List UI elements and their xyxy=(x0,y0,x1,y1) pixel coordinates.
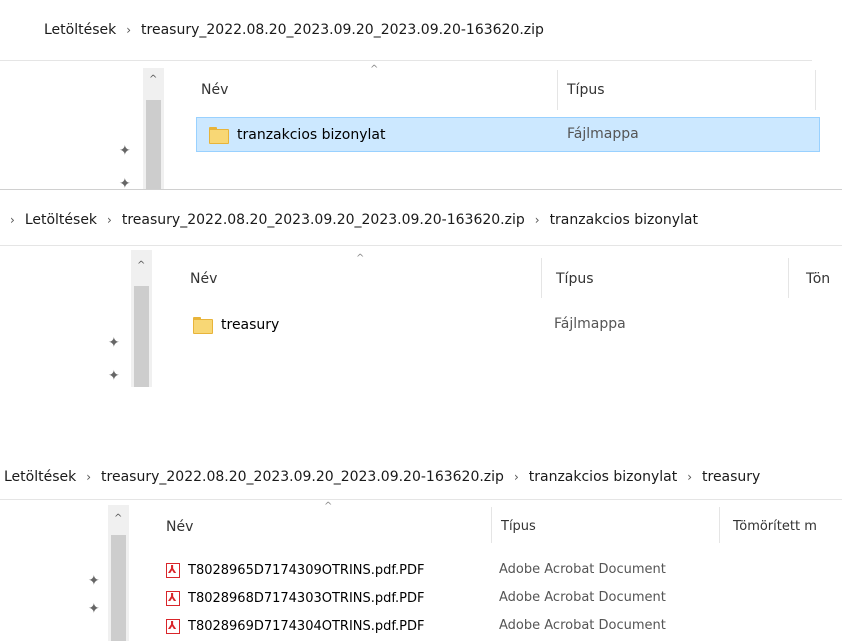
breadcrumb-separator-icon: › xyxy=(126,23,132,37)
breadcrumb: Letöltések › treasury_2022.08.20_2023.09… xyxy=(44,22,842,38)
column-header-type[interactable]: Típus xyxy=(501,519,536,534)
list-item[interactable]: treasury Fájlmappa xyxy=(193,310,813,340)
breadcrumb-separator-icon: › xyxy=(10,213,15,227)
pin-icon[interactable]: ✦ xyxy=(88,573,100,589)
file-name: T8028968D7174303OTRINS.pdf.PDF xyxy=(188,590,425,606)
nav-pane-scrollbar[interactable]: ^ xyxy=(143,68,164,190)
breadcrumb-item-downloads[interactable]: Letöltések xyxy=(44,22,116,38)
breadcrumb: Letöltések › treasury_2022.08.20_2023.09… xyxy=(4,469,842,485)
file-name: tranzakcios bizonylat xyxy=(237,126,386,143)
breadcrumb-item-treasury[interactable]: treasury xyxy=(702,469,760,485)
explorer-panel-1: Letöltések › treasury_2022.08.20_2023.09… xyxy=(0,0,842,190)
folder-icon xyxy=(209,126,229,144)
sort-ascending-icon: ^ xyxy=(356,253,365,264)
pin-icon[interactable]: ✦ xyxy=(119,176,131,190)
scrollbar-thumb[interactable] xyxy=(134,286,149,387)
column-divider[interactable] xyxy=(557,70,558,110)
breadcrumb-item-zip[interactable]: treasury_2022.08.20_2023.09.20_2023.09.2… xyxy=(101,469,504,485)
breadcrumb-item-folder[interactable]: tranzakcios bizonylat xyxy=(550,212,698,228)
column-divider[interactable] xyxy=(719,507,720,543)
column-header-compressed[interactable]: Tön xyxy=(806,271,830,287)
breadcrumb-item-zip[interactable]: treasury_2022.08.20_2023.09.20_2023.09.2… xyxy=(141,22,544,38)
column-header-name[interactable]: Név xyxy=(166,519,193,535)
pin-icon[interactable]: ✦ xyxy=(88,601,100,617)
breadcrumb-item-downloads[interactable]: Letöltések xyxy=(25,212,97,228)
nav-pane-scrollbar[interactable]: ^ xyxy=(108,505,129,641)
breadcrumb-separator-icon: › xyxy=(513,470,519,484)
address-bar-divider xyxy=(0,60,812,61)
explorer-panel-2: › Letöltések › treasury_2022.08.20_2023.… xyxy=(0,190,842,387)
column-header-type[interactable]: Típus xyxy=(556,271,594,287)
column-divider[interactable] xyxy=(541,258,542,298)
scrollbar-thumb[interactable] xyxy=(111,535,126,641)
list-item[interactable]: ⅄ T8028965D7174309OTRINS.pdf.PDF Adobe A… xyxy=(166,558,836,582)
sort-ascending-icon: ^ xyxy=(370,64,379,75)
column-divider[interactable] xyxy=(788,258,789,298)
breadcrumb-separator-icon: › xyxy=(107,213,112,227)
list-item[interactable]: ⅄ T8028968D7174303OTRINS.pdf.PDF Adobe A… xyxy=(166,586,836,610)
pdf-icon: ⅄ xyxy=(166,590,180,606)
breadcrumb-separator-icon: › xyxy=(687,470,692,484)
pdf-icon: ⅄ xyxy=(166,562,180,578)
address-bar-divider xyxy=(0,499,842,500)
breadcrumb-separator-icon: › xyxy=(534,213,540,227)
pdf-icon: ⅄ xyxy=(166,618,180,634)
sort-ascending-icon: ^ xyxy=(324,501,333,512)
scroll-up-arrow-icon[interactable]: ^ xyxy=(137,260,145,271)
file-type: Fájlmappa xyxy=(567,126,639,142)
breadcrumb: › Letöltések › treasury_2022.08.20_2023.… xyxy=(10,212,842,228)
column-header-type[interactable]: Típus xyxy=(567,82,605,98)
column-divider[interactable] xyxy=(815,70,816,110)
column-header-name[interactable]: Név xyxy=(201,82,228,98)
file-name: T8028965D7174309OTRINS.pdf.PDF xyxy=(188,562,425,578)
folder-icon xyxy=(193,317,213,334)
breadcrumb-item-folder[interactable]: tranzakcios bizonylat xyxy=(529,469,677,485)
column-header-name[interactable]: Név xyxy=(190,271,217,287)
file-type: Adobe Acrobat Document xyxy=(499,618,666,633)
list-item[interactable]: ⅄ T8028969D7174304OTRINS.pdf.PDF Adobe A… xyxy=(166,614,836,638)
list-item[interactable]: tranzakcios bizonylat Fájlmappa xyxy=(196,117,820,152)
breadcrumb-item-downloads[interactable]: Letöltések xyxy=(4,469,76,485)
nav-pane-scrollbar[interactable]: ^ xyxy=(131,250,152,387)
file-name: treasury xyxy=(221,317,280,333)
explorer-panel-3: Letöltések › treasury_2022.08.20_2023.09… xyxy=(0,455,842,641)
scrollbar-thumb[interactable] xyxy=(146,100,161,190)
pin-icon[interactable]: ✦ xyxy=(108,368,120,384)
file-type: Fájlmappa xyxy=(554,316,626,332)
breadcrumb-separator-icon: › xyxy=(86,470,92,484)
file-name: T8028969D7174304OTRINS.pdf.PDF xyxy=(188,618,425,634)
pin-icon[interactable]: ✦ xyxy=(119,143,131,159)
address-bar-divider xyxy=(0,245,842,246)
scroll-up-arrow-icon[interactable]: ^ xyxy=(114,513,122,524)
column-divider[interactable] xyxy=(491,507,492,543)
pin-icon[interactable]: ✦ xyxy=(108,335,120,351)
scroll-up-arrow-icon[interactable]: ^ xyxy=(149,74,157,85)
column-header-compressed[interactable]: Tömörített m xyxy=(733,519,817,534)
file-type: Adobe Acrobat Document xyxy=(499,590,666,605)
file-type: Adobe Acrobat Document xyxy=(499,562,666,577)
breadcrumb-item-zip[interactable]: treasury_2022.08.20_2023.09.20_2023.09.2… xyxy=(122,212,525,228)
